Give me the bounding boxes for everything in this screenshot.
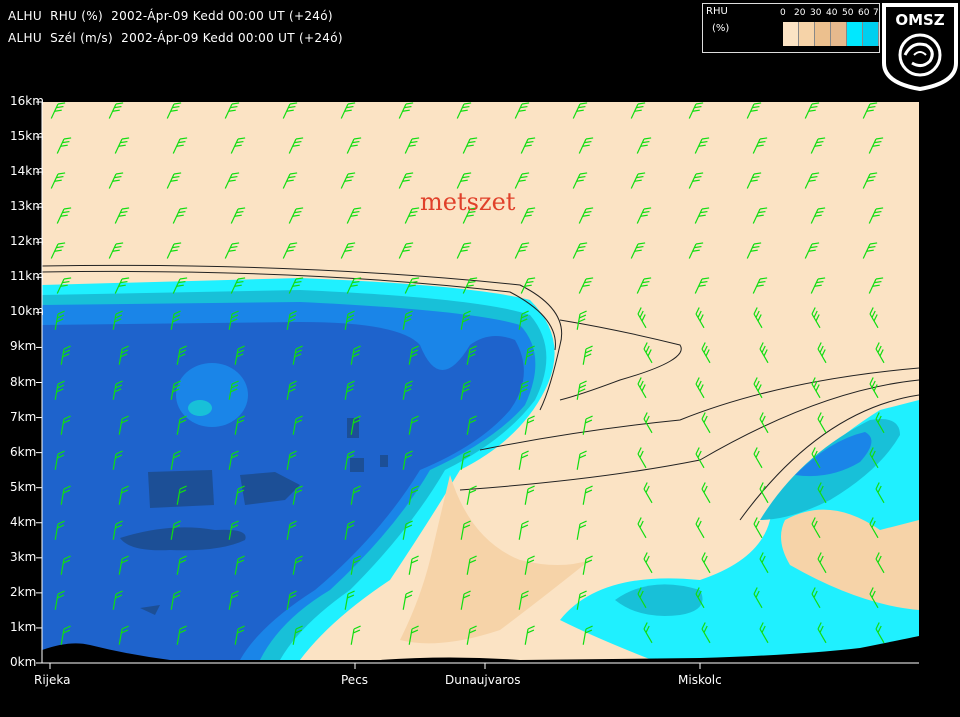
y-tick-label: 11km	[10, 269, 44, 284]
y-tick-label: 6km	[10, 444, 37, 459]
y-tick-label: 14km	[10, 164, 44, 179]
y-tick-label: 9km	[10, 339, 37, 354]
y-tick-label: 10km	[10, 304, 44, 319]
x-ticks	[49, 663, 701, 669]
contour-blob	[176, 363, 248, 427]
cross-section-chart	[36, 101, 920, 669]
y-tick-label: 0km	[10, 655, 37, 669]
y-tick-label: 1km	[10, 619, 37, 634]
y-tick-label: 4km	[10, 514, 37, 529]
y-tick-label: 16km	[10, 94, 44, 108]
x-station-label: Miskolc	[678, 673, 722, 687]
y-tick-label: 7km	[10, 409, 37, 424]
y-tick-label: 5km	[10, 479, 37, 494]
x-station-label: Dunaujvaros	[445, 673, 521, 687]
x-station-label: Pecs	[341, 673, 369, 687]
y-tick-label: 2km	[10, 584, 37, 599]
y-tick-label: 8km	[10, 374, 37, 389]
y-tick-label: 13km	[10, 199, 44, 214]
y-tick-label: 15km	[10, 129, 44, 144]
y-ticks	[36, 101, 42, 664]
chart-title: metszet	[420, 188, 516, 216]
y-tick-label: 12km	[10, 234, 44, 249]
x-station-label: Rijeka	[34, 673, 71, 687]
y-tick-label: 3km	[10, 549, 37, 564]
